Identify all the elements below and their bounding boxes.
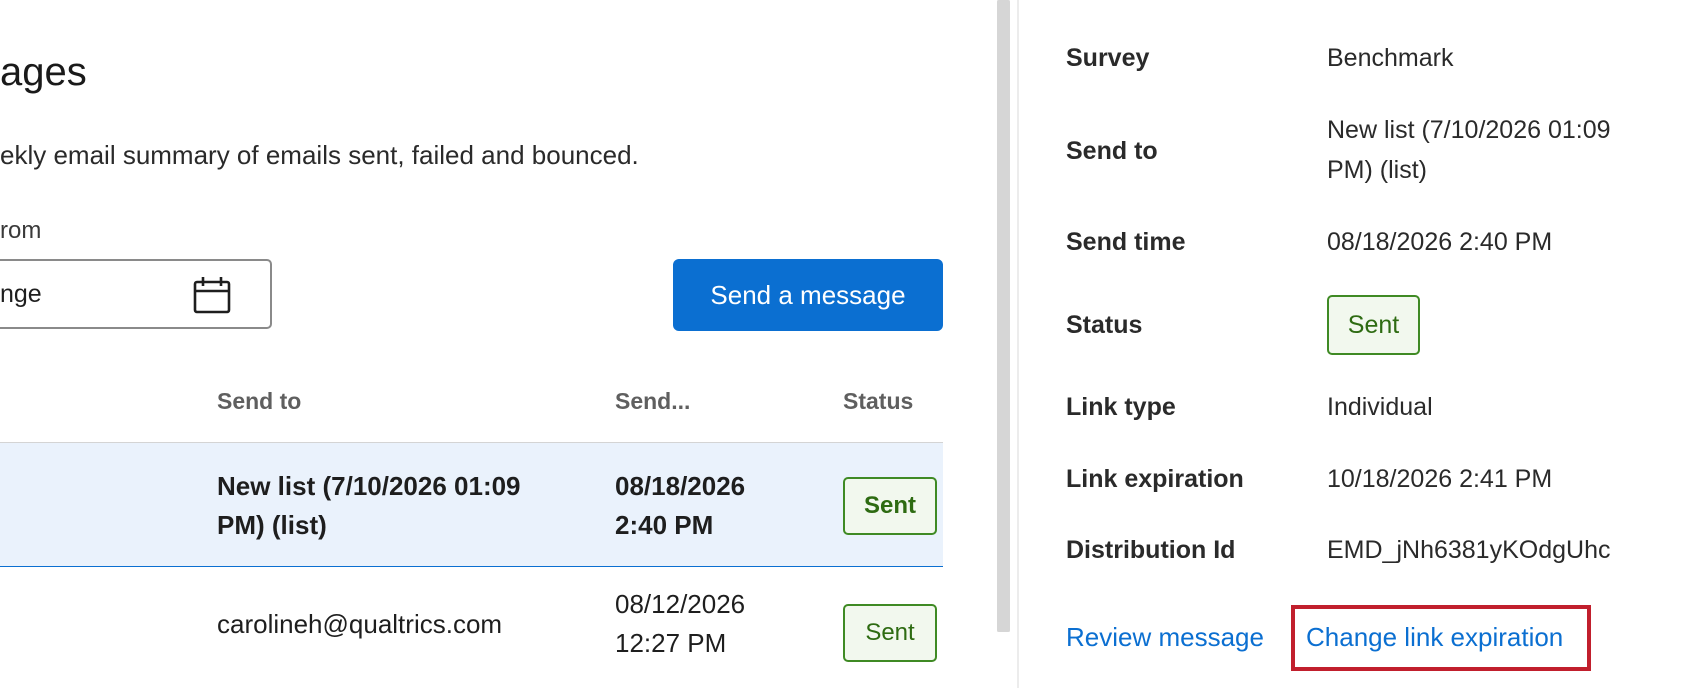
table-row[interactable]: carolineh@qualtrics.com 08/12/2026 12:27… [0,567,943,688]
messages-pane: ages ekly email summary of emails sent, … [0,0,1000,688]
date-range-input[interactable]: nge [0,259,272,329]
table-header: Send to Send... Status [0,380,943,444]
cell-send-time-line: 08/18/2026 [615,471,746,501]
cell-send-time-line: 08/12/2026 [615,589,746,619]
distribution-details-panel: Survey Benchmark Send to New list (7/10/… [1019,0,1700,688]
distributions-page: ages ekly email summary of emails sent, … [0,0,1700,688]
detail-label-status: Status [1066,311,1143,339]
cell-send-to-line: PM) (list) [217,510,327,540]
detail-value-link-expiration: 10/18/2026 2:41 PM [1327,465,1553,493]
cell-send-to: carolineh@qualtrics.com [217,605,577,644]
date-range-value: nge [0,280,42,308]
detail-label-send-to: Send to [1066,137,1158,165]
send-message-button[interactable]: Send a message [673,259,943,331]
review-message-link[interactable]: Review message [1066,622,1264,653]
detail-label-distribution-id: Distribution Id [1066,536,1236,564]
page-description: ekly email summary of emails sent, faile… [0,140,639,170]
detail-label-link-type: Link type [1066,393,1176,421]
column-header-send-time[interactable]: Send... [615,388,690,415]
status-badge: Sent [843,477,937,535]
detail-value-distribution-id: EMD_jNh6381yKOdgUhc [1327,536,1611,564]
detail-value-send-time: 08/18/2026 2:40 PM [1327,228,1553,256]
detail-value-send-to: New list (7/10/2026 01:09 PM) (list) [1327,110,1677,190]
status-badge: Sent [843,604,937,662]
table-row[interactable]: New list (7/10/2026 01:09 PM) (list) 08/… [0,443,943,568]
detail-value-send-to-line: New list (7/10/2026 01:09 [1327,116,1611,144]
page-title: ages [0,50,87,94]
detail-label-link-expiration: Link expiration [1066,465,1244,493]
cell-send-to-line: New list (7/10/2026 01:09 [217,471,521,501]
cell-send-time: 08/12/2026 12:27 PM [615,585,795,663]
scrollbar[interactable] [997,0,1010,632]
calendar-icon[interactable] [192,275,232,315]
cell-send-time-line: 12:27 PM [615,628,727,658]
scrollbar-thumb[interactable] [997,0,1010,632]
cell-send-time: 08/18/2026 2:40 PM [615,467,795,545]
detail-label-survey: Survey [1066,44,1150,72]
column-header-status[interactable]: Status [843,388,913,415]
date-filter-label: rom [0,217,42,244]
cell-send-to: New list (7/10/2026 01:09 PM) (list) [217,467,577,545]
detail-value-survey: Benchmark [1327,44,1454,72]
detail-label-send-time: Send time [1066,228,1186,256]
status-badge: Sent [1327,295,1420,355]
column-header-send-to[interactable]: Send to [217,388,301,415]
detail-value-link-type: Individual [1327,393,1433,421]
cell-send-to-line: carolineh@qualtrics.com [217,609,503,639]
cell-send-time-line: 2:40 PM [615,510,714,540]
detail-value-send-to-line: PM) (list) [1327,156,1427,184]
highlight-box [1291,605,1591,671]
